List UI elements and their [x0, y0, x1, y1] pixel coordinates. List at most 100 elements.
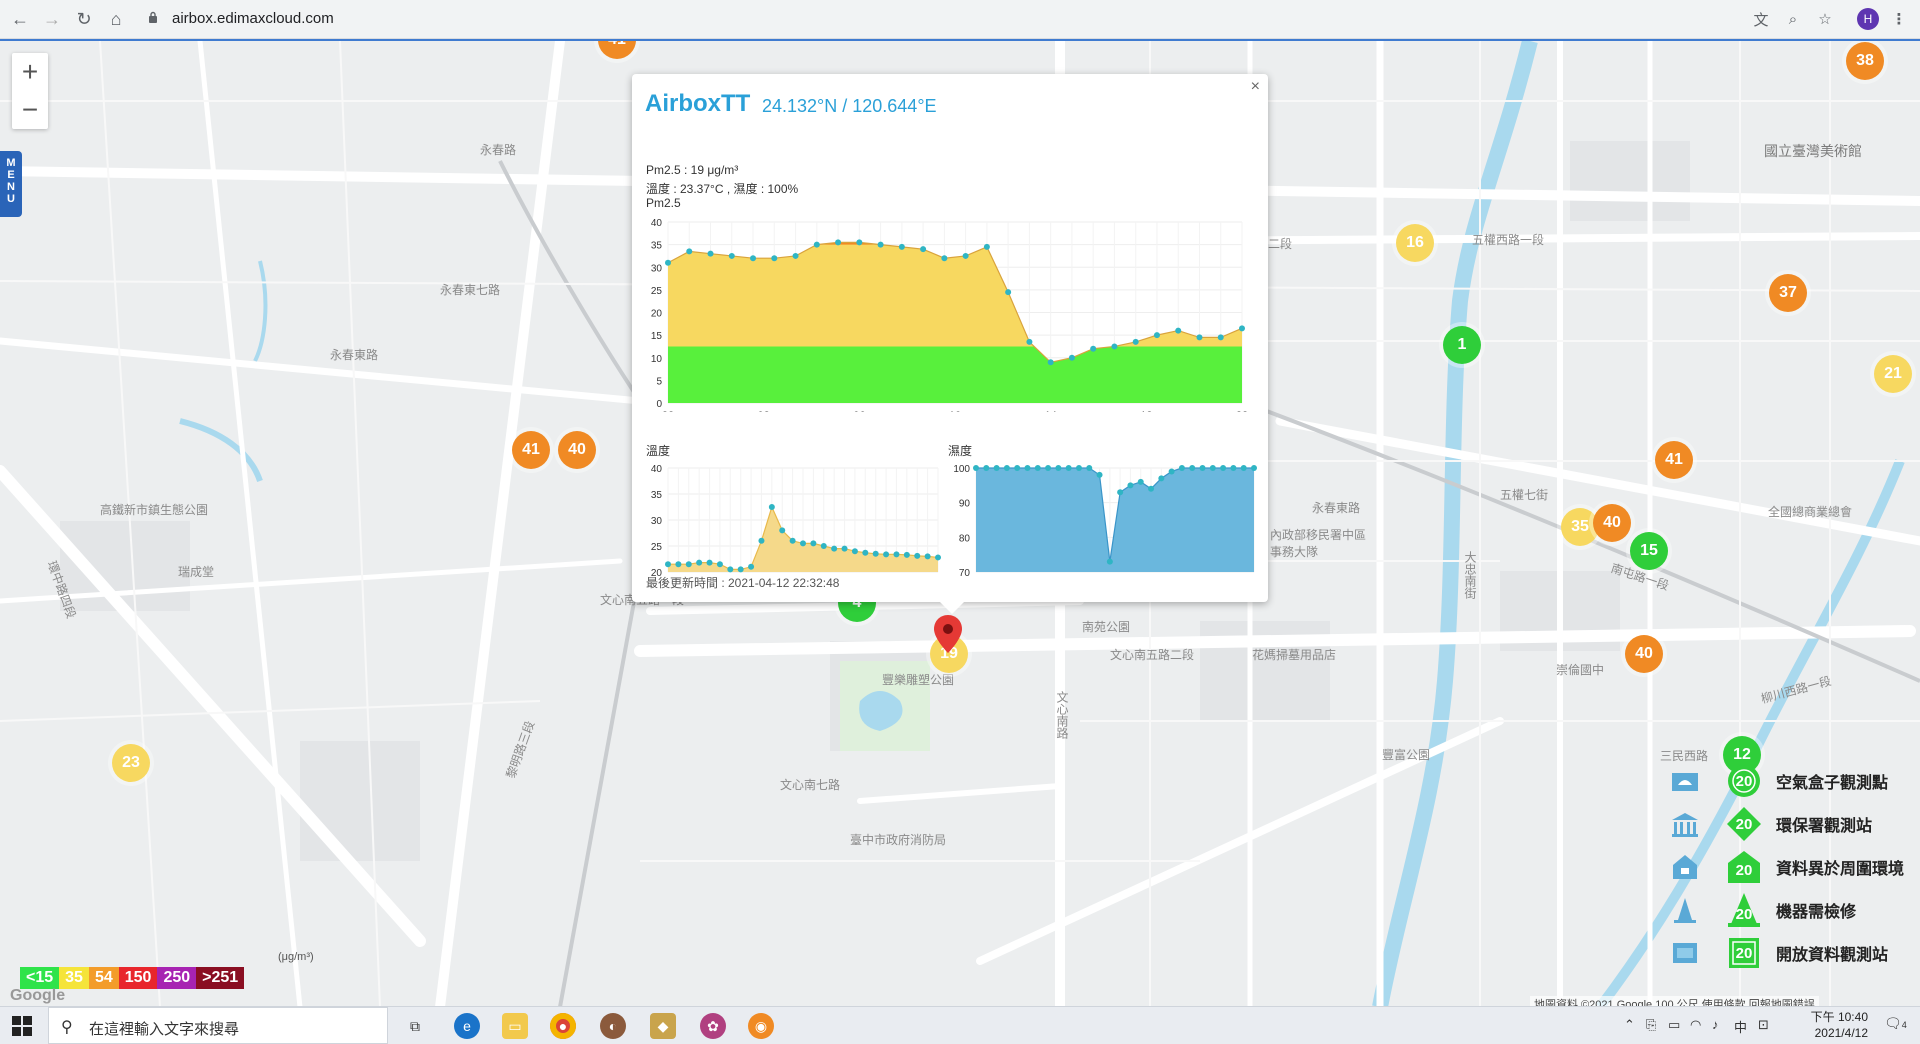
station-cluster[interactable]: 41: [512, 431, 550, 469]
station-cluster[interactable]: 38: [1846, 42, 1884, 80]
profile-avatar[interactable]: H: [1857, 8, 1879, 30]
data-point: [1014, 465, 1021, 471]
station-cluster[interactable]: 41: [1655, 441, 1693, 479]
data-point: [973, 465, 979, 471]
station-cluster[interactable]: 37: [1769, 274, 1807, 312]
data-point: [1065, 465, 1072, 471]
ime-indicator[interactable]: 中: [1734, 1017, 1747, 1036]
clock[interactable]: 下午 10:40 2021/4/12: [1788, 1009, 1868, 1041]
data-point: [686, 248, 693, 255]
data-point: [1003, 465, 1010, 471]
notification-icon[interactable]: 🗨4: [1884, 1015, 1907, 1032]
address-bar[interactable]: airbox.edimaxcloud.com: [140, 5, 1740, 33]
temperature-chart-label: 溫度: [646, 444, 671, 458]
station-cluster[interactable]: 15: [1630, 532, 1668, 570]
data-point: [941, 255, 948, 262]
zoom-icon[interactable]: ⌕: [1782, 8, 1804, 30]
data-point: [1106, 558, 1113, 565]
battery-icon[interactable]: ▭: [1668, 1017, 1680, 1033]
data-point: [768, 504, 775, 510]
data-point: [1111, 343, 1118, 350]
data-point: [1096, 471, 1103, 478]
area-fill: [976, 468, 1254, 572]
y-tick-label: 10: [651, 354, 663, 365]
wifi-icon[interactable]: ◠: [1690, 1017, 1701, 1033]
edge-browser-icon[interactable]: e: [454, 1013, 480, 1039]
government-building-icon: [1672, 813, 1698, 837]
close-icon[interactable]: ×: [1251, 78, 1260, 96]
usb-icon[interactable]: ⎘: [1646, 1017, 1656, 1033]
house-icon: [1673, 855, 1697, 879]
data-point: [1217, 334, 1224, 341]
app-icon-3[interactable]: ✿: [700, 1013, 726, 1039]
file-explorer-icon[interactable]: ▭: [502, 1013, 528, 1039]
back-arrow-icon[interactable]: ←: [8, 7, 32, 31]
y-tick-label: 40: [651, 464, 663, 475]
data-point: [771, 255, 778, 262]
translate-icon[interactable]: 文: [1750, 8, 1772, 30]
google-logo: Google: [10, 987, 66, 1004]
data-point: [1220, 465, 1227, 471]
reload-icon[interactable]: ↻: [72, 7, 96, 31]
data-point: [1240, 465, 1247, 471]
selected-location-pin-icon[interactable]: [934, 615, 962, 653]
data-point: [716, 561, 723, 568]
map-label: 文心南五路二段: [1110, 648, 1195, 662]
zoom-out-button[interactable]: −: [12, 91, 48, 129]
map-canvas[interactable]: 永春路 永春東路 永春東七路 文心南五路一段 文心南五路二段 文心南七路 文心南…: [0, 39, 1920, 1007]
y-tick-label: 35: [651, 490, 663, 501]
data-point: [1047, 359, 1054, 366]
taskbar-search-box[interactable]: ⚲ 在這裡輸入文字來搜尋: [48, 1007, 388, 1044]
menu-tab[interactable]: M E N U: [0, 151, 22, 217]
station-cluster[interactable]: 40: [1593, 504, 1631, 542]
more-menu-icon[interactable]: ⋮: [1888, 8, 1910, 30]
app-icon-2[interactable]: ◆: [650, 1013, 676, 1039]
data-point: [898, 243, 905, 250]
map-label: 國立臺灣美術館: [1764, 143, 1862, 159]
y-tick-label: 90: [959, 499, 971, 510]
scale-step: 35: [59, 967, 89, 989]
app-icon-4[interactable]: ◉: [748, 1013, 774, 1039]
station-cluster[interactable]: 40: [558, 431, 596, 469]
url-text: airbox.edimaxcloud.com: [172, 10, 334, 27]
legend-epa-station: 20 環保署觀測站: [1670, 804, 1915, 844]
map-label: 崇倫國中: [1556, 663, 1605, 677]
data-point: [983, 243, 990, 250]
ime-mode-icon[interactable]: ⊡: [1758, 1017, 1769, 1033]
data-point: [1137, 478, 1144, 485]
map-label: 瑞成堂: [178, 565, 215, 579]
data-point: [841, 545, 848, 552]
app-icon-1[interactable]: ◐: [600, 1013, 626, 1039]
volume-icon[interactable]: ♪: [1712, 1017, 1719, 1032]
data-point: [1148, 485, 1155, 492]
station-cluster[interactable]: 23: [112, 744, 150, 782]
y-tick-label: 70: [959, 568, 971, 578]
chevron-up-icon[interactable]: ⌃: [1624, 1017, 1635, 1033]
notification-count: 4: [1901, 1020, 1907, 1030]
station-cluster[interactable]: 21: [1874, 355, 1912, 393]
station-cluster[interactable]: 40: [1625, 635, 1663, 673]
task-view-icon[interactable]: ⧉: [402, 1013, 428, 1039]
data-point: [727, 566, 734, 573]
chrome-browser-icon[interactable]: ●: [550, 1013, 576, 1039]
menu-letter: M: [6, 157, 16, 169]
zoom-controls: + −: [12, 53, 48, 129]
data-point: [1230, 465, 1237, 471]
legend-airbox-point: 20 空氣盒子觀測點: [1670, 761, 1915, 801]
home-icon[interactable]: ⌂: [104, 7, 128, 31]
station-cluster[interactable]: 1: [1443, 326, 1481, 364]
forward-arrow-icon[interactable]: →: [40, 7, 64, 31]
bookmark-star-icon[interactable]: ☆: [1814, 8, 1836, 30]
scale-step: <15: [20, 967, 60, 989]
data-point: [1117, 489, 1124, 496]
legend-abnormal-data: 20 資料異於周圍環境: [1670, 847, 1915, 887]
data-point: [1189, 465, 1196, 471]
station-cluster[interactable]: 16: [1396, 224, 1434, 262]
zoom-in-button[interactable]: +: [12, 53, 48, 91]
data-point: [820, 543, 827, 549]
windows-start-icon[interactable]: [12, 1016, 32, 1036]
x-tick-label: 18: [1140, 410, 1152, 412]
y-tick-label: 40: [651, 218, 663, 229]
data-point: [792, 252, 799, 259]
y-tick-label: 80: [959, 533, 971, 544]
